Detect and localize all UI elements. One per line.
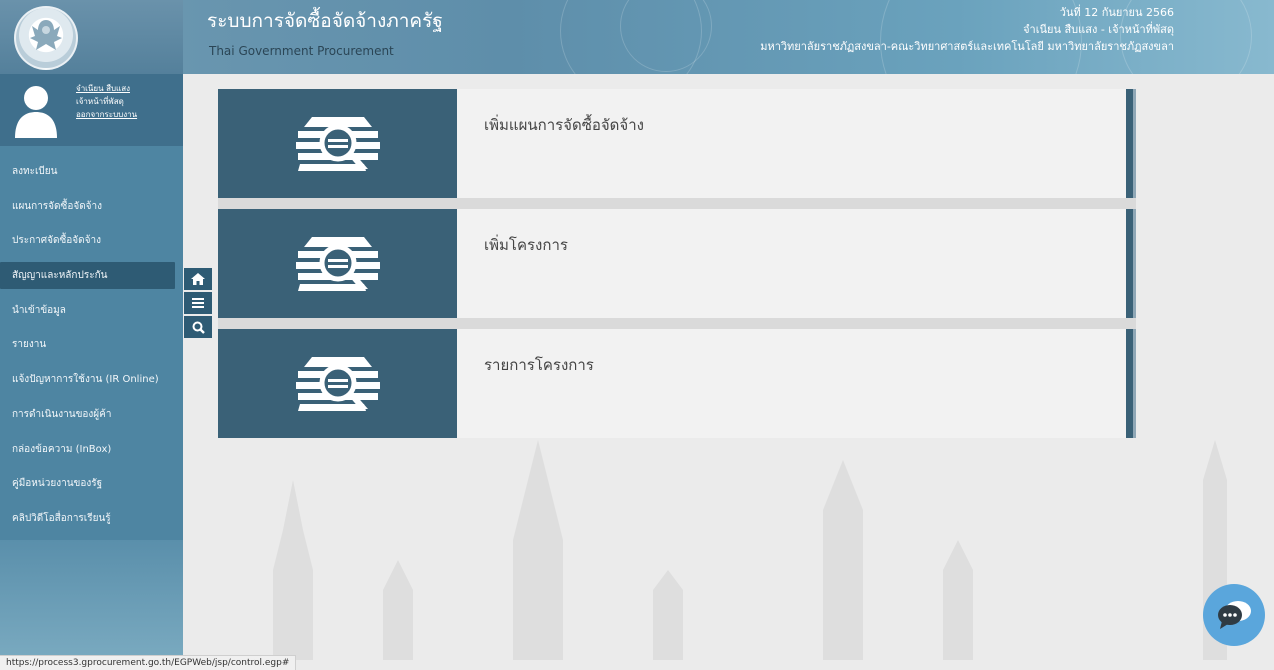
sidebar-menu: ลงทะเบียน แผนการจัดซื้อจัดจ้าง ประกาศจัด… — [0, 158, 183, 540]
card-icon-box — [218, 329, 457, 438]
card-edge-accent — [1126, 209, 1133, 318]
sidebar-item-learning-videos[interactable]: คลิปวิดีโอสื่อการเรียนรู้ — [0, 505, 183, 532]
card-edge-line — [1133, 209, 1136, 318]
sidebar-item-procurement-plan[interactable]: แผนการจัดซื้อจัดจ้าง — [0, 193, 183, 220]
chat-bubble-icon — [1218, 601, 1251, 629]
document-search-icon — [295, 236, 380, 291]
sidebar-item-agency-manual[interactable]: คู่มือหน่วยงานของรัฐ — [0, 470, 183, 497]
card-edge-accent — [1126, 329, 1133, 438]
sidebar-item-register[interactable]: ลงทะเบียน — [0, 158, 183, 185]
card-title[interactable]: เพิ่มโครงการ — [484, 233, 568, 257]
sidebar-decoration — [0, 540, 183, 660]
card-add-project[interactable]: เพิ่มโครงการ — [218, 209, 1136, 318]
sidebar-item-inbox[interactable]: กล่องข้อความ (InBox) — [0, 436, 183, 463]
card-edge-line — [1133, 329, 1136, 438]
sidebar-item-procurement-announcement[interactable]: ประกาศจัดซื้อจัดจ้าง — [0, 227, 183, 254]
site-title: ระบบการจัดซื้อจัดจ้างภาครัฐ — [207, 10, 443, 32]
garuda-logo[interactable] — [14, 6, 78, 70]
card-title[interactable]: เพิ่มแผนการจัดซื้อจัดจ้าง — [484, 113, 644, 137]
user-role-text: จำเนียน สืบแสง - เจ้าหน้าที่พัสดุ — [1023, 23, 1174, 36]
logo-area — [0, 0, 183, 74]
site-subtitle: Thai Government Procurement — [209, 44, 394, 58]
sidebar-item-vendor-operations[interactable]: การดำเนินงานของผู้ค้า — [0, 401, 183, 428]
organization-text: มหาวิทยาลัยราชภัฏสงขลา-คณะวิทยาศาสตร์และ… — [760, 40, 1174, 53]
header-banner: ระบบการจัดซื้อจัดจ้างภาครัฐ Thai Governm… — [0, 0, 1274, 74]
card-edge-line — [1133, 89, 1136, 198]
main-content: เพิ่มแผนการจัดซื้อจัดจ้าง เพิ่มโครงการ ร… — [183, 74, 1274, 660]
profile-panel: จำเนียน สืบแสง เจ้าหน้าที่พัสดุ ออกจากระ… — [0, 74, 183, 146]
card-title[interactable]: รายการโครงการ — [484, 353, 594, 377]
chat-button[interactable] — [1203, 584, 1265, 646]
status-url-bar: https://process3.gprocurement.go.th/EGPW… — [0, 655, 297, 670]
user-avatar-icon — [15, 86, 57, 138]
sidebar-item-contracts[interactable]: สัญญาและหลักประกัน — [0, 262, 175, 290]
profile-name-link[interactable]: จำเนียน สืบแสง — [76, 82, 137, 95]
card-project-list[interactable]: รายการโครงการ — [218, 329, 1136, 438]
document-search-icon — [295, 356, 380, 411]
sidebar-item-import-data[interactable]: นำเข้าข้อมูล — [0, 297, 183, 324]
sidebar: จำเนียน สืบแสง เจ้าหน้าที่พัสดุ ออกจากระ… — [0, 74, 183, 660]
sidebar-item-ir-online[interactable]: แจ้งปัญหาการใช้งาน (IR Online) — [0, 366, 183, 393]
document-search-icon — [295, 116, 380, 171]
card-icon-box — [218, 209, 457, 318]
current-date: วันที่ 12 กันยายน 2566 — [1059, 6, 1174, 19]
sidebar-item-reports[interactable]: รายงาน — [0, 331, 183, 358]
card-add-procurement-plan[interactable]: เพิ่มแผนการจัดซื้อจัดจ้าง — [218, 89, 1136, 198]
profile-role: เจ้าหน้าที่พัสดุ — [76, 97, 124, 106]
user-info: วันที่ 12 กันยายน 2566 จำเนียน สืบแสง - … — [760, 4, 1174, 55]
temple-skyline-decoration — [273, 440, 1227, 660]
card-edge-accent — [1126, 89, 1133, 198]
logout-link[interactable]: ออกจากระบบงาน — [76, 108, 137, 121]
card-icon-box — [218, 89, 457, 198]
